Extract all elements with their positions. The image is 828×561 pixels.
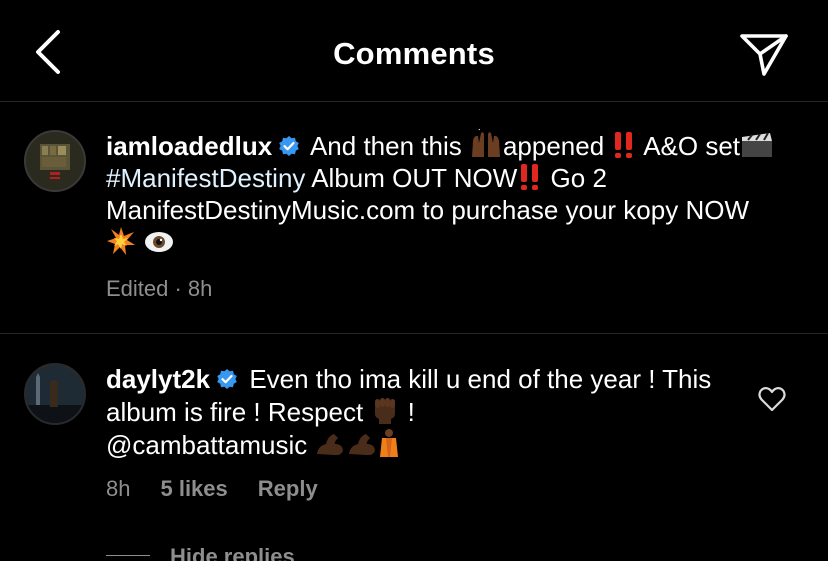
double-exclamation-emoji-icon — [521, 164, 539, 190]
comments-header: Comments — [0, 0, 828, 102]
comment-text-part: A&O set — [637, 131, 741, 161]
flexed-biceps-emoji-icon — [349, 434, 376, 456]
avatar[interactable] — [24, 363, 86, 425]
paper-plane-icon — [740, 34, 788, 76]
comment-username[interactable]: iamloadedlux — [106, 131, 272, 161]
comment-username[interactable]: daylyt2k — [106, 364, 210, 394]
person-in-robe-emoji-icon — [380, 429, 399, 457]
raised-hands-emoji-icon — [471, 129, 500, 157]
eye-emoji-icon — [145, 232, 174, 252]
raised-fist-emoji-icon — [375, 398, 396, 424]
clapper-board-emoji-icon — [742, 132, 773, 157]
comment-timestamp: 8h — [106, 476, 131, 501]
comment-meta: Edited · 8h — [106, 276, 242, 302]
share-button[interactable] — [738, 30, 790, 78]
avatar[interactable] — [24, 130, 86, 192]
album-cover-image — [26, 132, 84, 190]
comment-item: daylyt2k Even tho ima kill u end of the … — [0, 334, 828, 561]
flexed-biceps-emoji-icon — [317, 434, 344, 456]
double-exclamation-emoji-icon — [615, 132, 633, 158]
caption-comment: iamloadedlux And then this appened A&O s… — [0, 101, 828, 334]
hashtag-link[interactable]: #ManifestDestiny — [106, 163, 305, 193]
collision-emoji-icon — [107, 227, 135, 255]
comment-text-part: Album OUT NOW — [305, 163, 518, 193]
likes-count-link[interactable]: 5 likes — [160, 476, 227, 501]
comment-text-part: ! — [400, 397, 415, 427]
comment-text-part: appened — [502, 131, 612, 161]
heart-icon — [758, 387, 786, 412]
edited-timestamp: Edited · 8h — [106, 276, 213, 301]
mention-link[interactable]: @cambattamusic — [106, 430, 307, 460]
hide-replies-button[interactable]: Hide replies — [106, 541, 306, 561]
page-title: Comments — [333, 36, 495, 71]
verified-badge-icon — [217, 369, 237, 389]
verified-badge-icon — [279, 136, 299, 156]
hide-replies-label: Hide replies — [170, 544, 295, 561]
divider — [106, 555, 150, 556]
comment-text: daylyt2k Even tho ima kill u end of the … — [106, 363, 736, 461]
reply-button[interactable]: Reply — [258, 476, 318, 501]
comment-text-part: And then this — [309, 131, 469, 161]
comment-meta: 8h 5 likes Reply — [106, 476, 348, 502]
profile-photo-image — [26, 365, 84, 423]
like-button[interactable] — [758, 386, 786, 412]
comment-text: iamloadedlux And then this appened A&O s… — [106, 129, 786, 259]
